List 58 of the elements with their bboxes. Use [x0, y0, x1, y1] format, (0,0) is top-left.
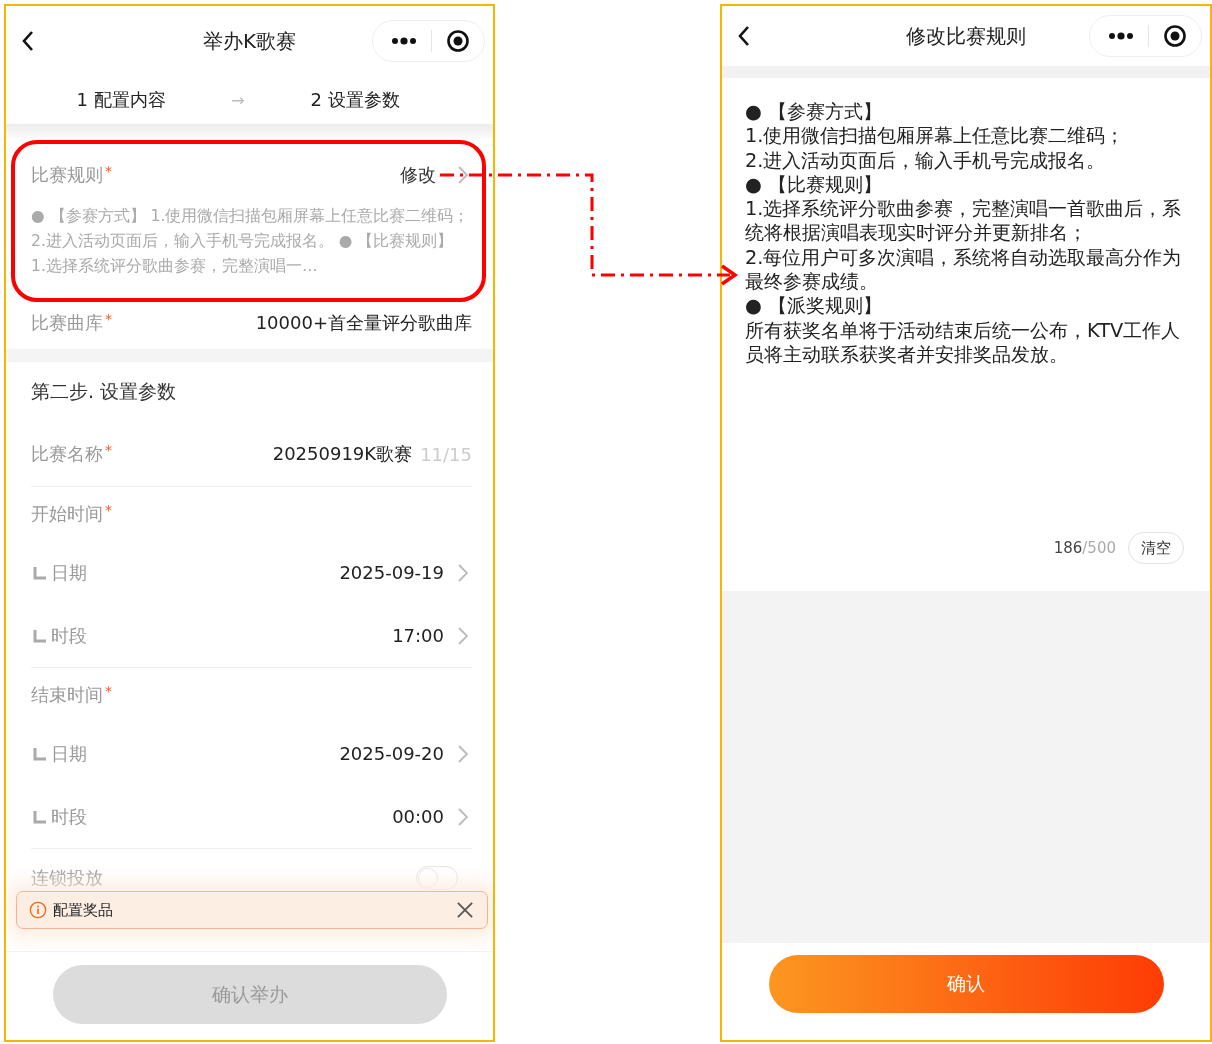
target-icon[interactable]: [446, 29, 470, 53]
back-icon[interactable]: [738, 25, 750, 47]
picker-row[interactable]: 时段 00:00: [31, 785, 472, 848]
chevron-right-icon: [458, 563, 468, 582]
toast-message: 配置奖品: [53, 900, 113, 920]
field-label: 比赛曲库*: [31, 311, 112, 335]
field-label: 时段: [51, 623, 87, 648]
back-icon[interactable]: [22, 30, 34, 52]
rules-text-line: 2.每位用户可多次演唱，系统将自动选取最高分作为最终参赛成绩。: [745, 245, 1183, 295]
clear-button[interactable]: 清空: [1128, 532, 1184, 564]
picker-row[interactable]: 日期 2025-09-20: [31, 722, 472, 785]
chevron-right-icon: [458, 744, 468, 763]
chevron-right-icon: [458, 626, 468, 645]
toggle-switch[interactable]: [416, 866, 458, 890]
field-label: 开始时间*: [31, 502, 112, 526]
field-label: 比赛名称*: [31, 442, 112, 466]
picker-row[interactable]: 日期 2025-09-19: [31, 541, 472, 604]
field-value: 2025-09-19: [339, 562, 444, 583]
section-title: 第二步. 设置参数: [31, 379, 178, 404]
field-value: 2025-09-20: [339, 743, 444, 764]
rules-text-line: 所有获奖名单将于活动结束后统一公布，KTV工作人员将主动联系获奖者并安排奖品发放。: [745, 318, 1182, 368]
indent-corner-icon: [33, 628, 47, 643]
close-icon[interactable]: [457, 902, 473, 918]
rules-text-line: 1.使用微信扫描包厢屏幕上任意比赛二维码；: [745, 124, 1126, 149]
char-count: 186: [1053, 539, 1083, 557]
chevron-right-icon: [458, 166, 468, 184]
field-value: 10000+首全量评分歌曲库: [255, 311, 472, 335]
page-title: 修改比赛规则: [906, 22, 1026, 50]
more-icon[interactable]: [391, 37, 417, 45]
picker-row[interactable]: 时段 17:00: [31, 604, 472, 667]
chevron-right-icon: [458, 807, 468, 826]
rules-text-line: ● 【比赛规则】: [745, 172, 883, 198]
field-label: 日期: [51, 560, 87, 585]
step-arrow: →: [230, 90, 246, 110]
char-limit: /500: [1082, 539, 1116, 557]
page-title: 举办K歌赛: [202, 27, 297, 55]
rules-text-line: ● 【参赛方式】: [745, 100, 883, 125]
target-icon[interactable]: [1163, 24, 1187, 48]
field-label: 日期: [51, 741, 87, 766]
indent-corner-icon: [33, 565, 47, 580]
field-value: 17:00: [392, 625, 444, 646]
rules-text-line: 2.进入活动页面后，输入手机号完成报名。: [745, 148, 1107, 173]
rules-text-line: ● 【派奖规则】: [745, 294, 883, 319]
indent-corner-icon: [33, 809, 47, 824]
step-label: 2 设置参数: [309, 88, 401, 112]
edit-link[interactable]: 修改: [400, 163, 436, 187]
field-label: 时段: [51, 804, 87, 829]
field-label: 结束时间*: [31, 683, 112, 707]
field-label: 连锁投放: [31, 866, 103, 890]
indent-corner-icon: [33, 746, 47, 761]
step-label: 1 配置内容: [75, 88, 167, 112]
info-icon: [29, 901, 47, 919]
rules-summary: ● 【参赛方式】 1.使用微信扫描包厢屏幕上任意比赛二维码； 2.进入活动页面后，输入手机号完成报名。 ● 【比赛规则】 1.选择系统评分歌曲参赛，完整演唱一…: [31, 206, 471, 277]
rules-text-line: 1.选择系统评分歌曲参赛，完整演唱一首歌曲后，系统将根据演唱表现实时评分并更新排名；: [745, 197, 1183, 246]
field-label: 比赛规则*: [31, 163, 112, 187]
field-value: 00:00: [392, 806, 444, 827]
more-icon[interactable]: [1108, 32, 1134, 40]
name-input[interactable]: 20250919K歌赛: [272, 442, 413, 466]
